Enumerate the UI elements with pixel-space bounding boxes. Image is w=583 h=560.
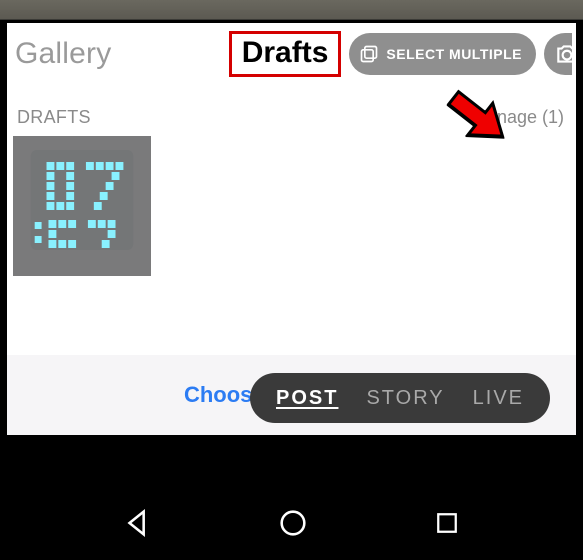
sheet-footer: Choose from photos POST STORY LIVE [7, 355, 576, 435]
camera-button[interactable] [544, 33, 572, 75]
drafts-tab-highlight: Drafts [229, 31, 342, 77]
gallery-dropdown[interactable]: Gallery [15, 39, 111, 69]
select-multiple-button[interactable]: SELECT MULTIPLE [349, 33, 536, 75]
select-multiple-label: SELECT MULTIPLE [386, 46, 522, 62]
back-triangle-icon[interactable] [121, 506, 155, 540]
stack-icon [359, 44, 379, 64]
gallery-sheet: Gallery Drafts SELECT MULTIPLE DRAFTS Ma… [4, 20, 579, 435]
drafts-tab[interactable]: Drafts [242, 36, 329, 69]
mode-live[interactable]: LIVE [473, 387, 524, 410]
tutorial-arrow [435, 85, 513, 158]
sheet-header: Gallery Drafts SELECT MULTIPLE [7, 23, 576, 85]
home-circle-icon[interactable] [276, 506, 310, 540]
mode-post[interactable]: POST [276, 387, 338, 410]
recent-square-icon[interactable] [432, 508, 462, 538]
camera-icon [554, 41, 572, 67]
draft-thumbnail[interactable] [13, 136, 151, 276]
camera-preview-strip [0, 0, 583, 20]
drafts-heading: DRAFTS [17, 107, 91, 128]
android-navbar [0, 492, 583, 560]
mode-selector: POST STORY LIVE [250, 373, 550, 423]
mode-story[interactable]: STORY [366, 387, 444, 410]
